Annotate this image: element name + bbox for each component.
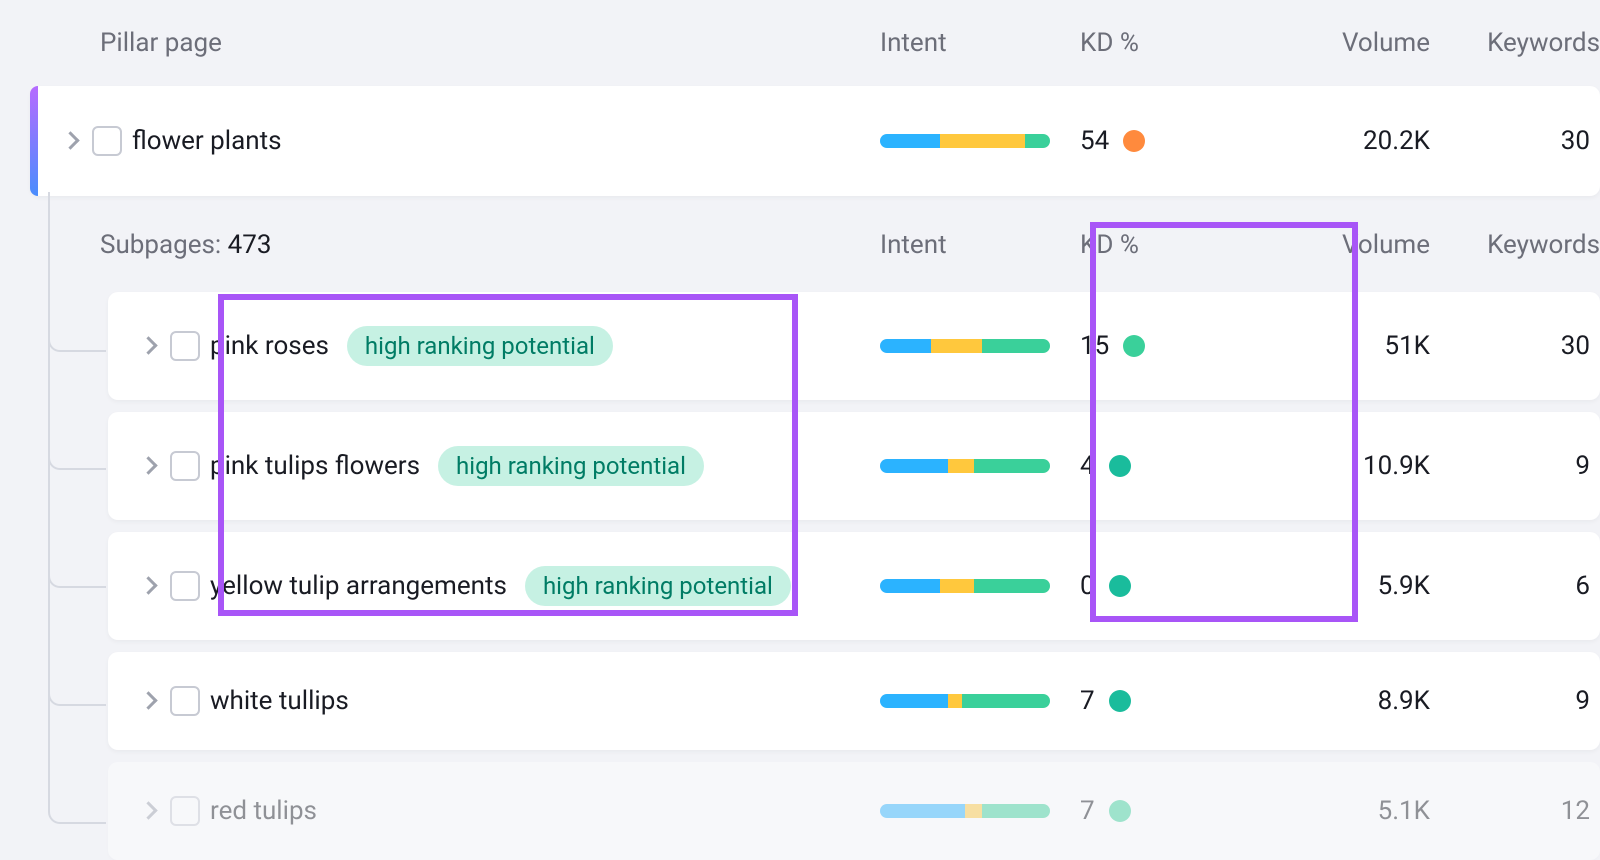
pillar-row[interactable]: flower plants 54 20.2K 30 — [30, 86, 1600, 196]
tree-connector — [48, 192, 106, 824]
col-header-keywords[interactable]: Keywords — [1460, 28, 1600, 58]
kd-dot-icon — [1123, 335, 1145, 357]
pillar-name[interactable]: flower plants — [132, 126, 880, 156]
row-checkbox[interactable] — [170, 331, 200, 361]
keywords-value: 9 — [1460, 451, 1600, 481]
kd-value: 4 — [1080, 451, 1095, 481]
expand-toggle[interactable] — [108, 801, 170, 821]
keywords-value: 6 — [1460, 571, 1600, 601]
kd-dot-icon — [1123, 130, 1145, 152]
subpage-name[interactable]: pink roses — [210, 331, 329, 361]
volume-value: 20.2K — [1260, 126, 1460, 156]
subpage-row[interactable]: white tullips 7 8.9K9 — [108, 652, 1600, 750]
col-header-volume[interactable]: Volume — [1260, 28, 1460, 58]
kd-dot-icon — [1109, 455, 1131, 477]
chevron-right-icon — [61, 131, 81, 151]
intent-bar — [880, 459, 1080, 473]
row-checkbox[interactable] — [170, 796, 200, 826]
intent-bar — [880, 134, 1080, 148]
kd-value: 15 — [1080, 331, 1109, 361]
row-checkbox[interactable] — [170, 451, 200, 481]
pillar-accent — [30, 86, 38, 196]
expand-toggle[interactable] — [108, 456, 170, 476]
col-header-intent[interactable]: Intent — [880, 28, 1080, 58]
keywords-value: 9 — [1460, 686, 1600, 716]
subpage-row[interactable]: red tulips 7 5.1K12 — [108, 762, 1600, 860]
expand-toggle[interactable] — [30, 131, 92, 151]
subpages-list: pink roseshigh ranking potential1551K30p… — [0, 292, 1600, 860]
subpage-row[interactable]: pink roses high ranking potential 15 51K30 — [108, 292, 1600, 400]
row-checkbox[interactable] — [170, 686, 200, 716]
volume-value: 5.1K — [1260, 796, 1460, 826]
intent-bar — [880, 339, 1080, 353]
subpage-row[interactable]: pink tulips flowers high ranking potentia… — [108, 412, 1600, 520]
kd-value: 0 — [1080, 571, 1095, 601]
subpages-count: 473 — [228, 230, 272, 260]
expand-toggle[interactable] — [108, 691, 170, 711]
intent-bar — [880, 579, 1080, 593]
chevron-right-icon — [139, 456, 159, 476]
intent-bar — [880, 804, 1080, 818]
keyword-table: Pillar page Intent KD % Volume Keywords … — [0, 0, 1600, 860]
subpage-name[interactable]: white tullips — [210, 686, 349, 716]
ranking-potential-badge: high ranking potential — [438, 446, 704, 486]
subpages-label: Subpages: — [100, 230, 228, 260]
keywords-value: 12 — [1460, 796, 1600, 826]
chevron-right-icon — [139, 576, 159, 596]
chevron-right-icon — [139, 336, 159, 356]
keywords-value: 30 — [1460, 331, 1600, 361]
kd-value: 54 — [1080, 126, 1109, 156]
col-header-keywords[interactable]: Keywords — [1460, 230, 1600, 260]
row-checkbox[interactable] — [92, 126, 122, 156]
col-header-kd[interactable]: KD % — [1080, 230, 1260, 260]
chevron-right-icon — [139, 801, 159, 821]
col-header-pillar[interactable]: Pillar page — [100, 28, 880, 58]
subpage-row[interactable]: yellow tulip arrangements high ranking po… — [108, 532, 1600, 640]
col-header-intent[interactable]: Intent — [880, 230, 1080, 260]
volume-value: 10.9K — [1260, 451, 1460, 481]
volume-value: 51K — [1260, 331, 1460, 361]
keywords-value: 30 — [1460, 126, 1600, 156]
row-checkbox[interactable] — [170, 571, 200, 601]
kd-dot-icon — [1109, 800, 1131, 822]
chevron-right-icon — [139, 691, 159, 711]
expand-toggle[interactable] — [108, 576, 170, 596]
volume-value: 8.9K — [1260, 686, 1460, 716]
subpages-header-row: Subpages: 473 Intent KD % Volume Keyword… — [0, 210, 1600, 280]
kd-value: 7 — [1080, 686, 1095, 716]
subpage-name[interactable]: pink tulips flowers — [210, 451, 420, 481]
col-header-volume[interactable]: Volume — [1260, 230, 1460, 260]
col-header-kd[interactable]: KD % — [1080, 28, 1260, 58]
pillar-header-row: Pillar page Intent KD % Volume Keywords — [0, 0, 1600, 86]
subpage-name[interactable]: red tulips — [210, 796, 317, 826]
ranking-potential-badge: high ranking potential — [347, 326, 613, 366]
kd-dot-icon — [1109, 690, 1131, 712]
kd-dot-icon — [1109, 575, 1131, 597]
subpage-name[interactable]: yellow tulip arrangements — [210, 571, 507, 601]
volume-value: 5.9K — [1260, 571, 1460, 601]
intent-bar — [880, 694, 1080, 708]
ranking-potential-badge: high ranking potential — [525, 566, 791, 606]
expand-toggle[interactable] — [108, 336, 170, 356]
kd-value: 7 — [1080, 796, 1095, 826]
